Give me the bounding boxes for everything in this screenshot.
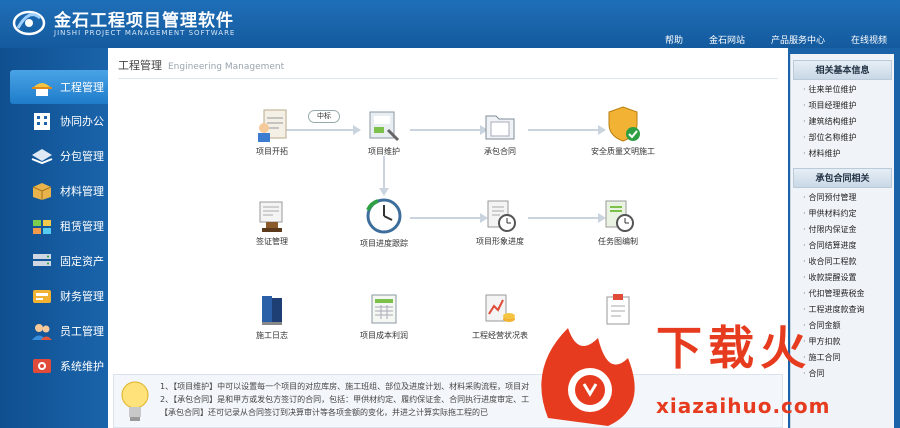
- node-project-start[interactable]: 项目开拓: [232, 108, 312, 157]
- sidebar-item-staff[interactable]: 员工管理: [10, 314, 108, 348]
- link-contract-item[interactable]: 合同结算进度: [791, 238, 894, 254]
- tip-line: 【承包合同】还可记录从合同签订到决算审计等各项金额的变化，并进之计算实际拖工程的…: [160, 408, 488, 417]
- app-subtitle: JINSHI PROJECT MANAGEMENT SOFTWARE: [54, 29, 236, 37]
- construction-worker-icon: [32, 83, 52, 96]
- section-contract[interactable]: 承包合同相关: [793, 168, 892, 188]
- sidebar-item-label: 员工管理: [60, 325, 104, 338]
- bid-badge: 中标: [308, 110, 340, 123]
- box-icon: [32, 183, 52, 200]
- node-operation[interactable]: 工程经营状况表: [460, 292, 540, 341]
- arrow-down-icon: [379, 156, 389, 196]
- project-start-icon: [258, 109, 287, 142]
- divider: [118, 78, 778, 79]
- link-contract-item[interactable]: 甲供材料约定: [791, 206, 894, 222]
- document-clock-icon: [487, 200, 516, 232]
- handshake-icon: [31, 149, 53, 165]
- watermark-url: xiazaihuo.com: [656, 394, 831, 418]
- tip-line: 2、【承包合同】是和甲方或发包方签订的合同，包括：甲供材约定、履约保证金、合同执…: [160, 395, 530, 404]
- website-link[interactable]: 金石网站: [696, 33, 758, 46]
- spreadsheet-icon: [371, 294, 397, 324]
- project-maintain-icon: [369, 111, 400, 142]
- link-contract-item[interactable]: 收款提醒设置: [791, 270, 894, 286]
- link-material-maintain[interactable]: 材料维护: [791, 146, 894, 162]
- sidebar-item-office[interactable]: 协同办公: [10, 104, 108, 138]
- sidebar-item-finance[interactable]: 财务管理: [10, 279, 108, 313]
- online-video-link[interactable]: 在线视频: [838, 33, 900, 46]
- rental-icon: [33, 220, 51, 234]
- link-structure-maintain[interactable]: 建筑结构维护: [791, 114, 894, 130]
- sidebar-item-label: 系统维护: [60, 360, 104, 373]
- node-cost[interactable]: 项目成本利润: [344, 292, 424, 341]
- app-title: 金石工程项目管理软件: [54, 11, 234, 31]
- link-manager-maintain[interactable]: 项目经理维护: [791, 98, 894, 114]
- top-links: 帮助 金石网站 产品服务中心 在线视频: [652, 33, 900, 46]
- service-center-link[interactable]: 产品服务中心: [758, 33, 838, 46]
- link-part-maintain[interactable]: 部位名称维护: [791, 130, 894, 146]
- lightbulb-icon: [121, 381, 149, 421]
- app-header: 金石工程项目管理软件 JINSHI PROJECT MANAGEMENT SOF…: [0, 0, 900, 48]
- sidebar-item-label: 分包管理: [60, 150, 104, 163]
- clipboard-icon: [606, 294, 630, 325]
- sidebar-item-label: 工程管理: [60, 81, 104, 94]
- node-task-plan[interactable]: 任务图编制: [578, 198, 658, 247]
- sidebar-item-material[interactable]: 材料管理: [10, 174, 108, 208]
- section-basic-info[interactable]: 相关基本信息: [793, 60, 892, 80]
- node-image-progress[interactable]: 项目形象进度: [460, 198, 540, 247]
- sidebar-item-label: 协同办公: [60, 115, 104, 128]
- node-construction-log[interactable]: 施工日志: [232, 292, 312, 341]
- link-contract-item[interactable]: 付限内保证金: [791, 222, 894, 238]
- sidebar-item-rental[interactable]: 租赁管理: [10, 209, 108, 243]
- node-report[interactable]: [578, 292, 658, 330]
- sidebar-item-subcontract[interactable]: 分包管理: [10, 139, 108, 173]
- books-icon: [262, 296, 282, 325]
- page-title: 工程管理 Engineering Management: [118, 59, 285, 72]
- logo-icon: [12, 10, 46, 36]
- task-clock-icon: [605, 200, 634, 232]
- sidebar-item-label: 材料管理: [60, 185, 104, 198]
- node-subcontract[interactable]: 承包合同: [460, 108, 540, 157]
- settings-icon: [33, 359, 51, 373]
- tip-text: 1、【项目维护】中可以设置每一个项目的对应库房、施工班组、部位及进度计划、材料采…: [160, 380, 529, 419]
- link-contract-item[interactable]: 合同预付管理: [791, 190, 894, 206]
- sidebar-item-engineering[interactable]: 工程管理: [10, 70, 108, 104]
- link-partner-maintain[interactable]: 往来单位维护: [791, 82, 894, 98]
- shield-check-icon: [608, 106, 640, 142]
- sidebar-item-label: 财务管理: [60, 290, 104, 303]
- staff-icon: [32, 324, 52, 340]
- sidebar-item-label: 租赁管理: [60, 220, 104, 233]
- node-visa[interactable]: 签证管理: [232, 198, 312, 247]
- sidebar-item-label: 固定资产: [60, 255, 104, 268]
- contract-folder-icon: [485, 115, 515, 140]
- watermark-text: 下载火: [656, 321, 812, 375]
- node-safety[interactable]: 安全质量文明施工: [578, 104, 668, 157]
- link-contract-item[interactable]: 代扣管理费税金: [791, 286, 894, 302]
- sidebar-item-assets[interactable]: 固定资产: [10, 244, 108, 278]
- finance-icon: [33, 290, 51, 303]
- sidebar-item-system[interactable]: 系统维护: [10, 349, 108, 383]
- office-building-icon: [34, 113, 50, 130]
- sidebar: 工程管理 协同办公 分包管理 材料管理 租赁管理 固定资产 财务管理 员工管理 …: [0, 48, 108, 428]
- stamp-icon: [259, 201, 283, 232]
- clock-icon: [366, 198, 402, 234]
- help-link[interactable]: 帮助: [652, 33, 696, 46]
- chart-coins-icon: [485, 294, 515, 322]
- link-contract-item[interactable]: 收合同工程款: [791, 254, 894, 270]
- page-title-en: Engineering Management: [168, 62, 285, 72]
- tip-line: 1、【项目维护】中可以设置每一个项目的对应库房、施工班组、部位及进度计划、材料采…: [160, 382, 530, 391]
- node-schedule[interactable]: 项目进度跟踪: [344, 196, 424, 249]
- node-project-maintain[interactable]: 项目维护: [344, 108, 424, 157]
- server-icon: [33, 254, 51, 266]
